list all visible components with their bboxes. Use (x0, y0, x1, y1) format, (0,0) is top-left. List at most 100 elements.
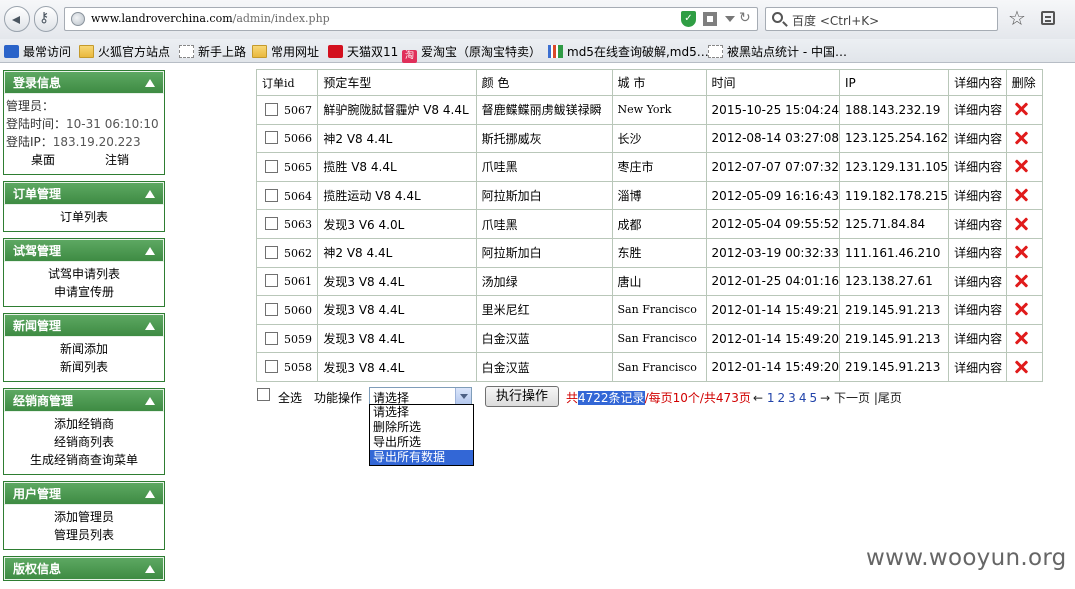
collapse-triangle-icon[interactable] (145, 247, 155, 255)
delete-icon[interactable] (1014, 360, 1028, 374)
cell-ip: 219.145.91.213 (838, 352, 950, 382)
cell-detail[interactable]: 详细内容 (948, 266, 1007, 297)
cell-detail[interactable]: 详细内容 (948, 95, 1007, 125)
desktop-link[interactable]: 桌面 (31, 151, 55, 169)
cell-order-id: 5062 (255, 237, 319, 268)
sidebar-link[interactable]: 生成经销商查询菜单 (4, 451, 164, 469)
delete-icon[interactable] (1014, 159, 1028, 173)
sidebar-link[interactable]: 管理员列表 (4, 526, 164, 544)
sidebar-link[interactable]: 新闻列表 (4, 358, 164, 376)
delete-icon[interactable] (1014, 302, 1028, 316)
bookmark-item[interactable]: 火狐官方站点 (79, 43, 170, 60)
identity-button[interactable]: ⚷ (34, 6, 58, 32)
sidebar-link[interactable]: 试驾申请列表 (4, 265, 164, 283)
dropdown-option[interactable]: 导出所有数据 (370, 450, 473, 465)
row-checkbox[interactable] (265, 188, 278, 202)
cell-detail[interactable]: 详细内容 (948, 323, 1007, 354)
cell-time: 2012-05-09 16:16:43 (705, 180, 841, 211)
cell-ip: 123.138.27.61 (838, 266, 950, 297)
bookmark-item[interactable]: 淘爱淘宝（原淘宝特卖） (402, 43, 541, 63)
row-checkbox[interactable] (265, 274, 278, 288)
page-link[interactable]: 4 (799, 391, 807, 405)
row-checkbox[interactable] (265, 331, 278, 345)
collapse-triangle-icon[interactable] (145, 79, 155, 87)
row-checkbox[interactable] (265, 360, 278, 374)
delete-icon[interactable] (1014, 245, 1028, 259)
collapse-triangle-icon[interactable] (145, 322, 155, 330)
reading-list-icon[interactable] (1041, 11, 1055, 25)
bookmark-item[interactable]: 新手上路 (179, 43, 246, 60)
delete-icon[interactable] (1014, 131, 1028, 145)
pager-last[interactable]: |尾页 (874, 391, 902, 405)
panel-header[interactable]: 登录信息 (4, 71, 164, 94)
logout-link[interactable]: 注销 (105, 151, 129, 169)
url-bar[interactable]: www.landroverchina.com/admin/index.php ✓… (64, 7, 758, 31)
collapse-triangle-icon[interactable] (145, 190, 155, 198)
function-select[interactable]: 请选择 (369, 387, 472, 405)
sidebar-link[interactable]: 新闻添加 (4, 340, 164, 358)
select-all-checkbox[interactable] (257, 388, 270, 401)
sidebar-link[interactable]: 添加管理员 (4, 508, 164, 526)
cell-detail[interactable]: 详细内容 (948, 237, 1007, 268)
collapse-triangle-icon[interactable] (145, 565, 155, 573)
cell-detail[interactable]: 详细内容 (948, 123, 1007, 154)
cell-city: 淄博 (611, 180, 707, 211)
dropdown-option[interactable]: 导出所选 (370, 435, 473, 450)
cell-detail[interactable]: 详细内容 (948, 209, 1007, 239)
sidebar-link[interactable]: 申请宣传册 (4, 283, 164, 301)
history-dropdown-icon[interactable] (725, 16, 735, 22)
row-checkbox[interactable] (265, 102, 278, 116)
col-header-delete: 删除 (1005, 69, 1044, 96)
delete-icon[interactable] (1014, 217, 1028, 231)
collapse-triangle-icon[interactable] (145, 397, 155, 405)
delete-icon[interactable] (1014, 188, 1028, 202)
dropdown-option[interactable]: 请选择 (370, 405, 473, 420)
page-link[interactable]: 3 (788, 391, 796, 405)
back-button[interactable] (4, 6, 30, 32)
cell-detail[interactable]: 详细内容 (948, 295, 1007, 325)
pager-prev[interactable]: ← (753, 391, 763, 405)
panel-header[interactable]: 版权信息 (4, 557, 164, 580)
delete-icon[interactable] (1014, 274, 1028, 288)
delete-icon[interactable] (1014, 102, 1028, 116)
reload-icon[interactable]: ↻ (739, 10, 751, 26)
panel-header[interactable]: 经销商管理 (4, 389, 164, 412)
bookmark-item[interactable]: md5在线查询破解,md5… (548, 43, 709, 60)
panel-header[interactable]: 用户管理 (4, 482, 164, 505)
chevron-down-icon[interactable] (455, 388, 471, 404)
page-link[interactable]: 5 (809, 391, 817, 405)
cell-time: 2012-01-14 15:49:21 (705, 295, 841, 325)
page-link[interactable]: 2 (778, 391, 786, 405)
pager-next[interactable]: 下一页 (834, 391, 870, 405)
page-link[interactable]: 1 (767, 391, 775, 405)
qr-code-icon[interactable] (703, 12, 717, 26)
star-bm-icon (4, 45, 19, 58)
bookmark-star-icon[interactable]: ☆ (1008, 6, 1026, 30)
bookmark-item[interactable]: 常用网址 (252, 43, 319, 60)
search-input[interactable]: 百度 <Ctrl+K> (765, 7, 998, 31)
row-checkbox[interactable] (265, 217, 278, 231)
panel-header[interactable]: 试驾管理 (4, 239, 164, 262)
cell-detail[interactable]: 详细内容 (948, 352, 1007, 382)
panel-header[interactable]: 订单管理 (4, 182, 164, 205)
row-checkbox[interactable] (265, 159, 278, 173)
shield-icon[interactable]: ✓ (681, 11, 696, 27)
row-checkbox[interactable] (265, 131, 278, 145)
pager-next-arrow[interactable]: → (820, 391, 830, 405)
sidebar-link[interactable]: 添加经销商 (4, 415, 164, 433)
table-row: 5063 发现3 V6 4.0L 爪哇黑 成都 2012-05-04 09:55:52 1… (255, 209, 1044, 239)
execute-button[interactable]: 执行操作 (485, 386, 559, 407)
cell-detail[interactable]: 详细内容 (948, 152, 1007, 182)
collapse-triangle-icon[interactable] (145, 490, 155, 498)
sidebar-link[interactable]: 订单列表 (4, 208, 164, 226)
bookmark-item[interactable]: 天猫双11 (328, 43, 398, 60)
row-checkbox[interactable] (265, 245, 278, 259)
bookmark-item[interactable]: 最常访问 (4, 43, 71, 60)
dropdown-option[interactable]: 删除所选 (370, 420, 473, 435)
bookmark-item[interactable]: 被黑站点统计 - 中国… (708, 43, 847, 60)
panel-header[interactable]: 新闻管理 (4, 314, 164, 337)
sidebar-link[interactable]: 经销商列表 (4, 433, 164, 451)
delete-icon[interactable] (1014, 331, 1028, 345)
row-checkbox[interactable] (265, 302, 278, 316)
cell-detail[interactable]: 详细内容 (948, 180, 1007, 211)
